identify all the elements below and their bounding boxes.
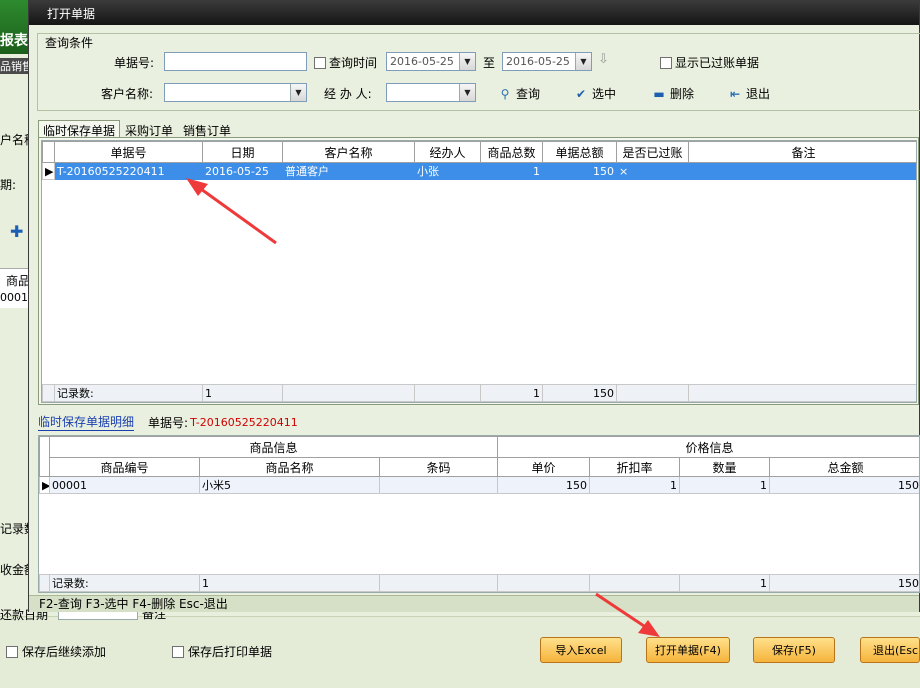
annotation-arrow-row <box>186 178 277 245</box>
annotation-arrows <box>186 178 660 637</box>
annotation-arrow-open-button <box>595 592 660 637</box>
